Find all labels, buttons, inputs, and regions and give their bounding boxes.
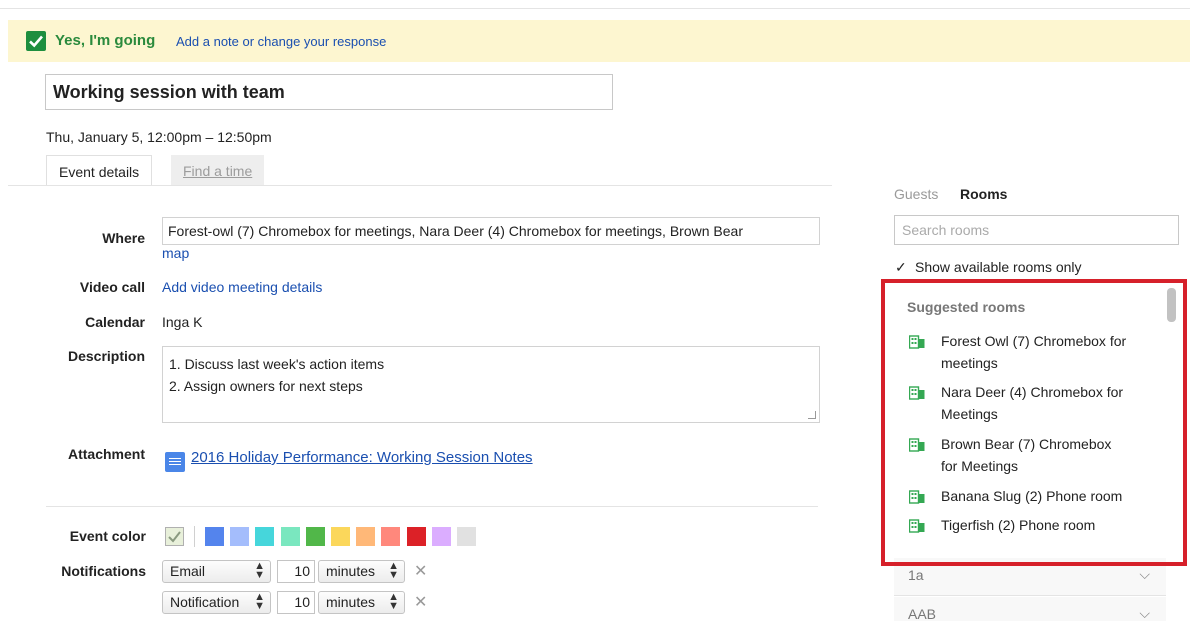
swatch-separator <box>194 526 195 547</box>
rsvp-status: Yes, I'm going <box>55 32 156 49</box>
checkmark-icon[interactable]: ✓ <box>895 259 907 276</box>
search-rooms-input[interactable] <box>894 215 1179 245</box>
description-textarea[interactable]: 1. Discuss last week's action items 2. A… <box>162 346 820 423</box>
color-swatch[interactable] <box>381 527 401 546</box>
notification-amount-input[interactable]: 10 <box>277 560 315 583</box>
rsvp-change-link[interactable]: Add a note or change your response <box>176 34 386 49</box>
description-line: 2. Assign owners for next steps <box>169 378 363 394</box>
attachment-label: Attachment <box>67 446 145 462</box>
notifications-label: Notifications <box>61 563 146 579</box>
updown-arrows-icon: ▲ ▼ <box>254 560 265 581</box>
room-icon <box>909 438 925 452</box>
room-name: Tigerfish (2) Phone room <box>941 517 1096 533</box>
resize-handle[interactable] <box>808 411 816 419</box>
checkmark-icon <box>168 531 181 543</box>
description-line: 1. Discuss last week's action items <box>169 356 385 372</box>
room-item[interactable]: Banana Slug (2) Phone room <box>941 485 1122 507</box>
color-swatch[interactable] <box>280 527 300 546</box>
remove-notification-icon[interactable]: ✕ <box>414 592 427 612</box>
notification-unit-select[interactable]: minutes ▲ ▼ <box>318 591 405 614</box>
event-color-label: Event color <box>69 528 146 544</box>
tab-find-a-time[interactable]: Find a time <box>171 155 265 186</box>
room-icon <box>909 490 925 504</box>
color-swatch[interactable] <box>305 527 325 546</box>
rooms-scrollbar[interactable] <box>1167 288 1176 322</box>
where-input[interactable]: Forest-owl (7) Chromebox for meetings, N… <box>162 217 820 245</box>
room-name-cont: meetings <box>941 355 998 371</box>
available-rooms-label[interactable]: Show available rooms only <box>915 259 1082 275</box>
room-icon <box>909 386 925 400</box>
notification-unit-select[interactable]: minutes ▲ ▼ <box>318 560 405 583</box>
room-name: Brown Bear (7) Chromebox <box>941 436 1112 452</box>
calendar-label: Calendar <box>85 314 145 330</box>
room-group-1a[interactable]: 1a ⌵ <box>894 558 1166 596</box>
checkmark-icon[interactable] <box>26 31 46 51</box>
room-group-aab[interactable]: AAB ⌵ <box>894 597 1166 621</box>
color-swatch-default[interactable] <box>165 527 184 546</box>
section-divider <box>46 506 818 507</box>
color-swatch[interactable] <box>255 527 275 546</box>
suggested-rooms-title: Suggested rooms <box>907 299 1026 315</box>
event-title-input[interactable] <box>45 74 613 110</box>
tab-guests[interactable]: Guests <box>894 186 938 202</box>
color-swatch[interactable] <box>431 527 451 546</box>
event-datetime[interactable]: Thu, January 5, 12:00pm – 12:50pm <box>46 129 272 145</box>
updown-arrows-icon: ▲ ▼ <box>388 560 399 581</box>
updown-arrows-icon: ▲ ▼ <box>254 591 265 612</box>
notification-method-select[interactable]: Email ▲ ▼ <box>162 560 271 583</box>
room-item[interactable]: Nara Deer (4) Chromebox for Meetings <box>941 381 1123 425</box>
room-name: Forest Owl (7) Chromebox for <box>941 333 1127 349</box>
color-swatch[interactable] <box>230 527 250 546</box>
color-swatch[interactable] <box>356 527 376 546</box>
color-swatch[interactable] <box>406 527 426 546</box>
description-label: Description <box>67 348 145 364</box>
notification-amount-input[interactable]: 10 <box>277 591 315 614</box>
tab-event-details[interactable]: Event details <box>46 155 153 186</box>
add-video-link[interactable]: Add video meeting details <box>162 279 322 295</box>
room-item[interactable]: Forest Owl (7) Chromebox for meetings <box>941 330 1126 374</box>
tab-rooms[interactable]: Rooms <box>960 186 1007 202</box>
room-item[interactable]: Tigerfish (2) Phone room <box>941 514 1095 536</box>
where-label: Where <box>102 230 145 246</box>
room-item[interactable]: Brown Bear (7) Chromebox for Meetings <box>941 433 1111 477</box>
document-icon <box>165 452 185 472</box>
chevron-down-icon: ⌵ <box>1139 566 1150 582</box>
room-name-cont: for Meetings <box>941 458 1019 474</box>
notification-method-select[interactable]: Notification ▲ ▼ <box>162 591 271 614</box>
color-swatch[interactable] <box>331 527 350 546</box>
room-name: Nara Deer (4) Chromebox for <box>941 384 1124 400</box>
room-icon <box>909 519 925 533</box>
room-name: Banana Slug (2) Phone room <box>941 488 1123 504</box>
color-swatch[interactable] <box>205 527 224 546</box>
calendar-select[interactable]: Inga K <box>162 314 202 330</box>
remove-notification-icon[interactable]: ✕ <box>414 561 427 581</box>
room-icon <box>909 335 925 349</box>
room-name-cont: Meetings <box>941 406 998 422</box>
video-call-label: Video call <box>79 279 145 295</box>
tab-divider <box>8 185 832 186</box>
attachment-link[interactable]: 2016 Holiday Performance: Working Sessio… <box>191 449 533 466</box>
map-link[interactable]: map <box>162 245 189 261</box>
color-swatch[interactable] <box>457 527 476 546</box>
chevron-down-icon: ⌵ <box>1139 605 1150 621</box>
updown-arrows-icon: ▲ ▼ <box>388 591 399 612</box>
top-divider <box>0 8 1190 9</box>
